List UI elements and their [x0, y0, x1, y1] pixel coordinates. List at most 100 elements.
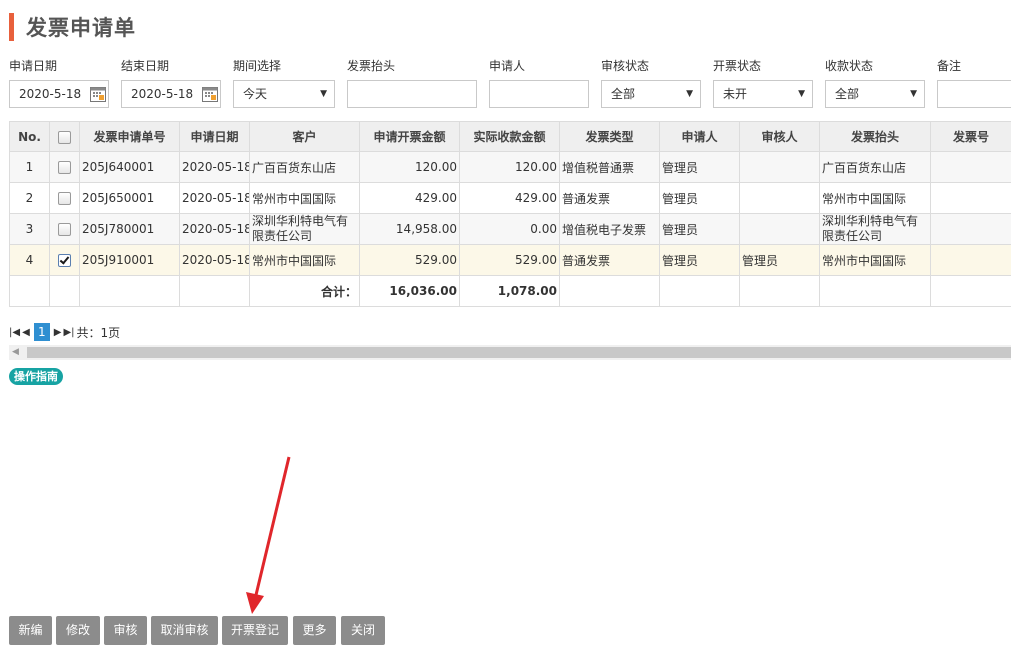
auditor: 管理员: [739, 244, 820, 276]
column-header[interactable]: 客户: [249, 121, 360, 152]
column-header[interactable]: 发票号: [930, 121, 1011, 152]
new-button[interactable]: 新编: [9, 616, 52, 645]
column-header[interactable]: 申请日期: [179, 121, 250, 152]
filter-invoice-header: 发票抬头: [347, 56, 395, 76]
next-page-icon[interactable]: ▶: [54, 327, 62, 338]
table-row-selected[interactable]: 4 205J910001 2020-05-18 常州市中国国际 529.00 5…: [9, 244, 1011, 276]
column-header[interactable]: 发票抬头: [819, 121, 931, 152]
page-number-current[interactable]: 1: [33, 323, 50, 341]
edit-button[interactable]: 修改: [56, 616, 100, 645]
column-header[interactable]: 实际收款金额: [459, 121, 560, 152]
applicant: 管理员: [659, 151, 740, 183]
request-date: 2020-05-18: [179, 213, 250, 245]
last-page-icon[interactable]: ▶|: [63, 327, 74, 338]
first-page-icon[interactable]: |◀: [9, 327, 20, 338]
row-checkbox[interactable]: [58, 161, 71, 174]
table-row[interactable]: 1 205J640001 2020-05-18 广百百货东山店 120.00 1…: [9, 151, 1011, 183]
row-number: 4: [9, 244, 50, 276]
calendar-icon[interactable]: [202, 86, 218, 102]
customer: 深圳华利特电气有限责任公司: [249, 213, 360, 245]
row-checkbox[interactable]: [58, 192, 71, 205]
prev-page-icon[interactable]: ◀: [22, 327, 30, 338]
table-total-row: 合计： 16,036.00 1,078.00: [9, 275, 1011, 307]
row-number: 2: [9, 182, 50, 214]
column-header[interactable]: 申请人: [659, 121, 740, 152]
empty-cell: [179, 275, 250, 307]
invoice-number: [930, 182, 1011, 214]
filter-payment-status: 收款状态: [825, 56, 873, 76]
row-select-cell[interactable]: [49, 244, 80, 276]
start-date-value: 2020-5-18: [19, 87, 82, 101]
filter-applicant: 申请人: [489, 56, 525, 76]
row-select-cell[interactable]: [49, 151, 80, 183]
end-date-value: 2020-5-18: [131, 87, 194, 101]
actual-amount: 429.00: [459, 182, 560, 214]
apply-amount: 14,958.00: [359, 213, 460, 245]
pagination: |◀ ◀ 1 ▶ ▶| 共：1页: [9, 322, 120, 342]
cancel-audit-button[interactable]: 取消审核: [151, 616, 218, 645]
column-header[interactable]: 审核人: [739, 121, 820, 152]
column-header[interactable]: 发票申请单号: [79, 121, 180, 152]
row-select-cell[interactable]: [49, 182, 80, 214]
empty-cell: [739, 275, 820, 307]
audit-status-select[interactable]: 全部 ▼: [601, 80, 701, 108]
applicant: 管理员: [659, 244, 740, 276]
table-header-row: No. 发票申请单号 申请日期 客户 申请开票金额 实际收款金额 发票类型 申请…: [9, 121, 1011, 152]
invoice-type: 普通发票: [559, 182, 660, 214]
table-row[interactable]: 2 205J650001 2020-05-18 常州市中国国际 429.00 4…: [9, 182, 1011, 214]
audit-button[interactable]: 审核: [104, 616, 147, 645]
scroll-left-icon[interactable]: ◀: [12, 347, 19, 357]
request-date: 2020-05-18: [179, 244, 250, 276]
request-code: 205J640001: [79, 151, 180, 183]
invoice-status-select[interactable]: 未开 ▼: [713, 80, 813, 108]
invoice-header-input[interactable]: [347, 80, 477, 108]
period-select[interactable]: 今天 ▼: [233, 80, 335, 108]
invoice-type: 普通发票: [559, 244, 660, 276]
table-row[interactable]: 3 205J780001 2020-05-18 深圳华利特电气有限责任公司 14…: [9, 213, 1011, 245]
select-all-checkbox[interactable]: [58, 130, 71, 144]
audit-status-value: 全部: [611, 87, 636, 101]
row-checkbox-checked[interactable]: [58, 254, 71, 267]
total-label: 合计：: [249, 275, 360, 307]
chevron-down-icon: ▼: [320, 89, 327, 99]
end-date-input[interactable]: 2020-5-18: [121, 80, 221, 108]
applicant: 管理员: [659, 213, 740, 245]
column-header[interactable]: No.: [9, 121, 50, 152]
scrollbar-thumb[interactable]: [27, 347, 1011, 358]
remark-input[interactable]: [937, 80, 1011, 108]
operation-guide-button[interactable]: 操作指南: [9, 368, 63, 385]
start-date-label: 申请日期: [9, 59, 58, 73]
column-header-select-all[interactable]: [49, 121, 80, 152]
request-code: 205J780001: [79, 213, 180, 245]
invoice-type: 增值税普通票: [559, 151, 660, 183]
invoice-status-label: 开票状态: [713, 59, 762, 73]
applicant-label: 申请人: [489, 59, 526, 73]
column-header[interactable]: 发票类型: [559, 121, 660, 152]
end-date-label: 结束日期: [121, 59, 170, 73]
actual-amount: 529.00: [459, 244, 560, 276]
payment-status-select[interactable]: 全部 ▼: [825, 80, 925, 108]
invoice-header: 常州市中国国际: [819, 182, 931, 214]
auditor: [739, 182, 820, 214]
more-button[interactable]: 更多: [293, 616, 336, 645]
actual-amount: 120.00: [459, 151, 560, 183]
chevron-down-icon: ▼: [798, 89, 805, 99]
invoice-number: [930, 213, 1011, 245]
page-count-text: 共：1页: [76, 325, 121, 340]
invoice-status-value: 未开: [723, 87, 748, 101]
close-button[interactable]: 关闭: [341, 616, 385, 645]
start-date-input[interactable]: 2020-5-18: [9, 80, 109, 108]
horizontal-scrollbar[interactable]: ◀: [9, 345, 1011, 360]
column-header[interactable]: 申请开票金额: [359, 121, 460, 152]
applicant-input[interactable]: [489, 80, 589, 108]
filter-remark: 备注: [937, 56, 961, 76]
total-actual-amount: 1,078.00: [459, 275, 560, 307]
apply-amount: 529.00: [359, 244, 460, 276]
invoice-register-button[interactable]: 开票登记: [222, 616, 288, 645]
calendar-icon[interactable]: [90, 86, 106, 102]
request-code: 205J650001: [79, 182, 180, 214]
page-header: 发票申请单: [9, 13, 136, 41]
row-select-cell[interactable]: [49, 213, 80, 245]
row-checkbox[interactable]: [58, 223, 71, 236]
auditor: [739, 151, 820, 183]
